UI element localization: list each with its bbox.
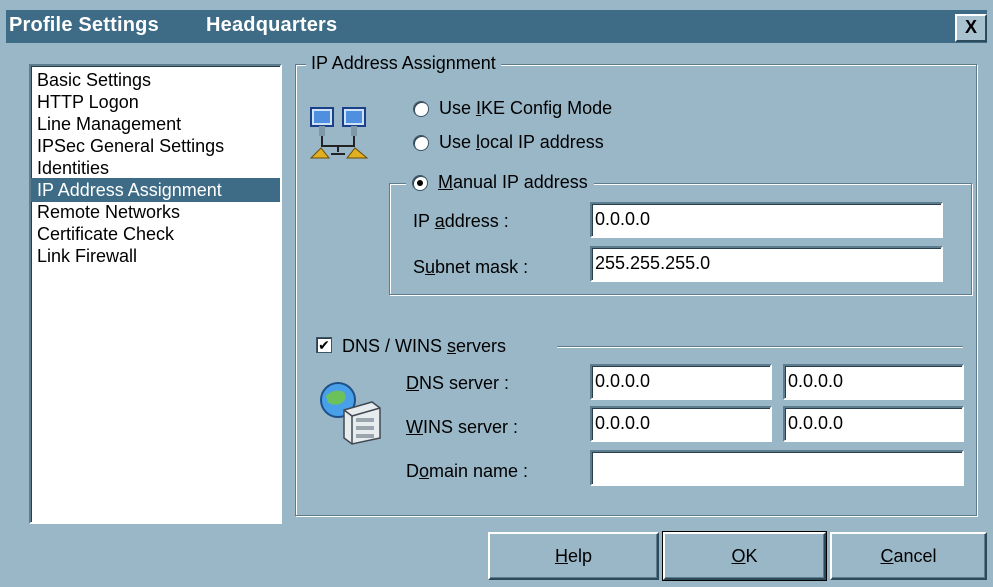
radio-indicator[interactable] bbox=[412, 174, 428, 191]
manual-ip-label: Manual IP address bbox=[438, 172, 588, 192]
window-title: Profile Settings bbox=[9, 14, 159, 36]
dns-wins-checkbox[interactable]: ✔ bbox=[316, 337, 332, 353]
manual-ip-radio[interactable]: Manual IP address bbox=[406, 172, 594, 193]
ip-address-input[interactable]: 0.0.0.0 bbox=[590, 202, 943, 238]
ip-address-label: IP address : bbox=[413, 211, 509, 231]
subnet-mask-label: Subnet mask : bbox=[413, 257, 529, 277]
nav-item[interactable]: IP Address Assignment bbox=[31, 178, 280, 202]
nav-item[interactable]: HTTP Logon bbox=[31, 90, 280, 114]
nav-item[interactable]: Link Firewall bbox=[31, 244, 280, 268]
close-icon: X bbox=[964, 17, 977, 37]
use-ike-config-mode-label: Use IKE Config Mode bbox=[439, 98, 613, 118]
title-bar: Profile Settings Headquarters X bbox=[0, 0, 993, 47]
help-button[interactable]: Help bbox=[488, 532, 659, 580]
dns-wins-separator bbox=[557, 346, 963, 348]
domain-name-input[interactable] bbox=[590, 450, 964, 486]
wins-server-primary-input[interactable]: 0.0.0.0 bbox=[590, 406, 772, 442]
nav-items: Basic Settings HTTP Logon Line Management I… bbox=[31, 66, 280, 268]
profile-name: Headquarters bbox=[206, 14, 338, 36]
nav-item[interactable]: IPSec General Settings bbox=[31, 134, 280, 158]
settings-category-list[interactable]: Basic Settings HTTP Logon Line Management I… bbox=[29, 64, 282, 524]
wins-server-secondary-input[interactable]: 0.0.0.0 bbox=[783, 406, 964, 442]
server-globe-icon bbox=[320, 382, 381, 445]
domain-name-label: Domain name : bbox=[406, 461, 529, 481]
radio-indicator[interactable] bbox=[413, 100, 429, 117]
dns-server-label: DNS server : bbox=[406, 373, 510, 393]
dns-server-primary-input[interactable]: 0.0.0.0 bbox=[590, 364, 772, 400]
nav-item[interactable]: Identities bbox=[31, 156, 280, 180]
ip-assignment-legend: IP Address Assignment bbox=[306, 52, 501, 74]
subnet-mask-input[interactable]: 255.255.255.0 bbox=[590, 246, 943, 282]
cancel-button[interactable]: Cancel bbox=[830, 532, 987, 580]
dns-server-secondary-input[interactable]: 0.0.0.0 bbox=[783, 364, 964, 400]
nav-item[interactable]: Certificate Check bbox=[31, 222, 280, 246]
close-button[interactable]: X bbox=[955, 14, 987, 42]
network-computers-icon bbox=[309, 107, 369, 159]
wins-server-label: WINS server : bbox=[406, 417, 519, 437]
use-ike-config-mode-radio[interactable]: Use IKE Config Mode bbox=[413, 98, 612, 119]
nav-item[interactable]: Basic Settings bbox=[31, 68, 280, 92]
nav-item[interactable]: Remote Networks bbox=[31, 200, 280, 224]
use-local-ip-radio[interactable]: Use local IP address bbox=[413, 132, 604, 153]
use-local-ip-label: Use local IP address bbox=[439, 132, 604, 152]
dns-wins-label: DNS / WINS servers bbox=[342, 336, 507, 356]
nav-item[interactable]: Line Management bbox=[31, 112, 280, 136]
radio-indicator[interactable] bbox=[413, 134, 429, 151]
ok-button[interactable]: OK bbox=[662, 531, 827, 581]
